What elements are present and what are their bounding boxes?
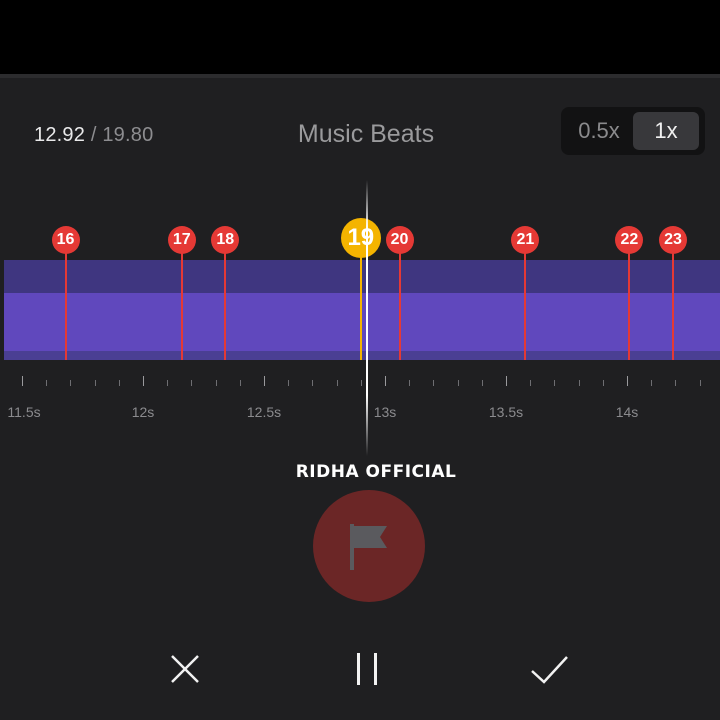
ruler-tick [506,376,507,386]
ruler-tick [215,380,217,386]
ruler-tick [481,380,483,386]
ruler-label: 12.5s [246,404,282,420]
ruler-tick [409,380,411,386]
beat-marker-line [524,252,527,360]
beat-marker-line [64,252,67,360]
check-icon [531,656,568,684]
ruler-tick [264,376,265,386]
ruler-tick [94,380,96,386]
playhead[interactable] [366,180,368,456]
ruler-tick [602,380,604,386]
beat-marker-line [359,256,362,360]
beat-marker-label: 19 [340,218,381,258]
ruler-tick [530,380,532,386]
ruler-tick [651,380,653,386]
ruler-tick [554,380,556,386]
time-ruler: 11.5s 12s 12.5s 13s 13.5s 14s [0,374,720,420]
speed-toggle: 0.5x 1x [561,107,705,155]
beat-marker-line [628,252,631,360]
ruler-tick [699,380,701,386]
ruler-tick [191,380,193,386]
ruler-tick [239,380,241,386]
ruler-label: 14s [615,404,639,420]
ruler-tick [360,380,362,386]
speed-option-half[interactable]: 0.5x [565,112,633,150]
ruler-tick [627,376,628,386]
ruler-tick [22,376,23,386]
beat-marker[interactable]: 21 [511,226,540,360]
pause-icon [357,653,377,685]
beats-timeline[interactable]: 16 17 18 19 20 21 22 23 11.5s 12s 12.5s 13s 13.5s 14… [0,178,720,478]
beat-marker-label: 16 [51,226,80,254]
speed-option-normal[interactable]: 1x [633,112,699,150]
beat-marker-line [180,252,183,360]
ruler-label: 12s [131,404,155,420]
ruler-label: 11.5s [7,404,41,420]
beat-marker[interactable]: 22 [615,226,644,360]
ruler-tick [578,380,580,386]
ruler-label: 13s [373,404,397,420]
confirm-button[interactable] [524,644,574,694]
beat-marker-line [224,252,227,360]
beat-marker-label: 23 [658,226,687,254]
beat-marker[interactable]: 17 [167,226,196,360]
ruler-label: 13.5s [488,404,524,420]
music-beats-panel: 12.92 / 19.80 Music Beats 0.5x 1x 16 17 18… [0,74,720,720]
beat-marker-label: 21 [511,226,540,254]
ruler-tick [288,380,290,386]
beat-marker-label: 17 [167,226,196,254]
beat-marker[interactable]: 16 [51,226,80,360]
ruler-tick [70,380,72,386]
beat-marker[interactable]: 23 [658,226,687,360]
watermark-text: RIDHA OFFICIAL [295,462,457,482]
beat-marker-label: 22 [615,226,644,254]
ruler-tick [312,380,314,386]
ruler-tick [336,380,338,386]
beat-marker-active[interactable]: 19 [340,218,381,360]
ruler-tick [457,380,459,386]
beat-marker[interactable]: 18 [211,226,240,360]
flag-icon [350,524,387,570]
ruler-tick [143,376,144,386]
cancel-button[interactable] [160,644,210,694]
beat-marker-line [398,252,401,360]
beat-marker-label: 20 [385,226,414,254]
beat-marker-line [671,252,674,360]
beat-marker[interactable]: 20 [385,226,414,360]
pause-button[interactable] [342,644,392,694]
ruler-tick [46,380,48,386]
beat-marker-label: 18 [211,226,240,254]
mark-beat-button[interactable] [313,490,425,602]
close-icon [171,655,199,683]
ruler-tick [385,376,386,386]
ruler-tick [675,380,677,386]
ruler-tick [167,380,169,386]
ruler-tick [118,380,120,386]
ruler-tick [433,380,435,386]
